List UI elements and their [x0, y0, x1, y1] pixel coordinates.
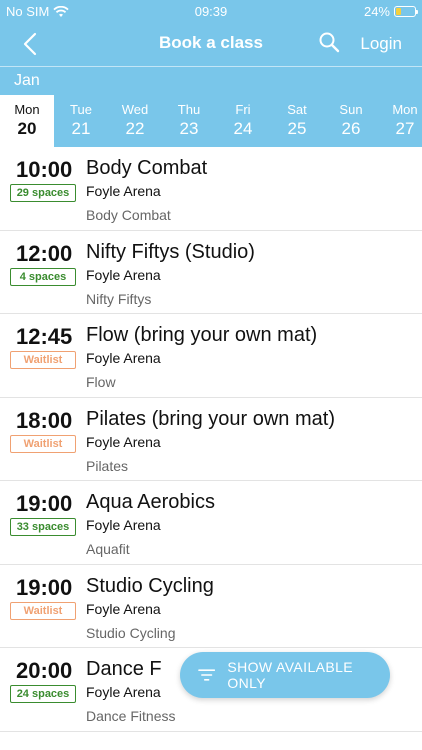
- class-venue: Foyle Arena: [86, 350, 161, 366]
- day-number: 22: [125, 119, 145, 138]
- day-weekday: Thu: [177, 102, 201, 117]
- show-available-only-button[interactable]: SHOW AVAILABLE ONLY: [180, 652, 390, 698]
- status-time: 09:39: [194, 4, 228, 19]
- day-number: 21: [71, 119, 91, 138]
- day-weekday: Fri: [235, 102, 251, 117]
- class-venue: Foyle Arena: [86, 517, 161, 533]
- status-bar: No SIM 09:39 24%: [0, 0, 422, 22]
- battery-icon: [394, 6, 418, 17]
- class-category: Body Combat: [86, 207, 171, 223]
- day-weekday: Tue: [70, 102, 92, 117]
- class-venue: Foyle Arena: [86, 684, 161, 700]
- class-venue: Foyle Arena: [86, 266, 161, 283]
- class-time: 10:00: [16, 157, 73, 182]
- date-strip: Mon 20 Tue 21 Wed 22 Thu 23 Fri 24 Sat 25 Sun 26 Mon 27: [0, 95, 422, 147]
- filter-icon: [198, 669, 216, 681]
- class-category: Nifty Fiftys: [86, 290, 152, 307]
- day-weekday: Wed: [121, 102, 149, 117]
- day-option[interactable]: Mon 27: [378, 95, 422, 147]
- battery-group: 24%: [363, 4, 418, 19]
- class-list: 10:00 29 spaces Body Combat Foyle Arena Body…: [0, 147, 422, 732]
- availability-badge: Waitlist: [10, 351, 76, 369]
- class-title: Aqua Aerobics: [86, 491, 215, 513]
- class-row[interactable]: 10:00 29 spaces Body Combat Foyle Arena Body…: [0, 147, 422, 231]
- class-row[interactable]: 19:00 33 spaces Aqua Aerobics Foyle Arena Aq…: [0, 481, 422, 565]
- day-number: 23: [179, 119, 199, 138]
- class-title: Dance F: [86, 658, 162, 680]
- class-time: 18:00: [16, 407, 73, 433]
- class-title: Nifty Fiftys (Studio): [86, 240, 255, 263]
- nav-bar: Book a class Login: [0, 22, 422, 66]
- battery-percent: 24%: [363, 4, 390, 19]
- class-title: Flow (bring your own mat): [86, 324, 318, 346]
- class-title: Studio Cycling: [86, 574, 214, 597]
- class-row[interactable]: 12:00 4 spaces Nifty Fiftys (Studio) Foyle …: [0, 231, 422, 314]
- day-number: 25: [287, 119, 307, 138]
- availability-badge: 24 spaces: [10, 685, 76, 703]
- login-button[interactable]: Login: [360, 34, 402, 54]
- availability-badge: Waitlist: [10, 601, 76, 620]
- page-title: Book a class: [159, 33, 263, 52]
- class-time: 12:45: [16, 324, 73, 349]
- day-option[interactable]: Tue 21: [54, 95, 108, 147]
- class-row[interactable]: 18:00 Waitlist Pilates (bring your own mat…: [0, 398, 422, 481]
- day-weekday: Mon: [14, 102, 40, 117]
- class-category: Dance Fitness: [86, 708, 176, 724]
- day-option[interactable]: Fri 24: [216, 95, 270, 147]
- day-weekday: Sat: [287, 102, 307, 117]
- class-row[interactable]: 19:00 Waitlist Studio Cycling Foyle Arena St…: [0, 565, 422, 648]
- month-label: Jan: [0, 66, 422, 95]
- day-number: 26: [341, 119, 361, 138]
- class-category: Studio Cycling: [86, 624, 176, 641]
- day-option[interactable]: Thu 23: [162, 95, 216, 147]
- availability-badge: 4 spaces: [10, 267, 76, 286]
- class-title: Body Combat: [86, 157, 208, 179]
- day-weekday: Sun: [339, 102, 363, 117]
- class-category: Aquafit: [86, 541, 130, 557]
- show-available-only-label: SHOW AVAILABLE ONLY: [227, 659, 354, 691]
- class-venue: Foyle Arena: [86, 183, 161, 199]
- availability-badge: Waitlist: [10, 434, 76, 453]
- availability-badge: 29 spaces: [10, 184, 76, 202]
- class-row[interactable]: 12:45 Waitlist Flow (bring your own mat) Fo…: [0, 314, 422, 398]
- class-time: 19:00: [16, 574, 73, 600]
- availability-badge: 33 spaces: [10, 518, 76, 536]
- day-number: 24: [233, 119, 253, 138]
- class-time: 20:00: [16, 658, 73, 683]
- class-category: Flow: [86, 374, 116, 390]
- class-time: 12:00: [16, 240, 73, 266]
- class-category: Pilates: [86, 457, 129, 474]
- day-number: 27: [395, 119, 415, 138]
- day-selected[interactable]: Mon 20: [0, 95, 54, 147]
- class-time: 19:00: [16, 491, 73, 516]
- day-option[interactable]: Wed 22: [108, 95, 162, 147]
- day-number: 20: [17, 119, 37, 138]
- class-venue: Foyle Arena: [86, 433, 161, 450]
- class-title: Pilates (bring your own mat): [86, 407, 335, 430]
- day-option[interactable]: Sun 26: [324, 95, 378, 147]
- day-weekday: Mon: [392, 102, 418, 117]
- header: No SIM 09:39 24% Book a class Login Jan …: [0, 0, 422, 147]
- class-venue: Foyle Arena: [86, 600, 161, 617]
- search-icon[interactable]: [318, 31, 340, 53]
- day-option[interactable]: Sat 25: [270, 95, 324, 147]
